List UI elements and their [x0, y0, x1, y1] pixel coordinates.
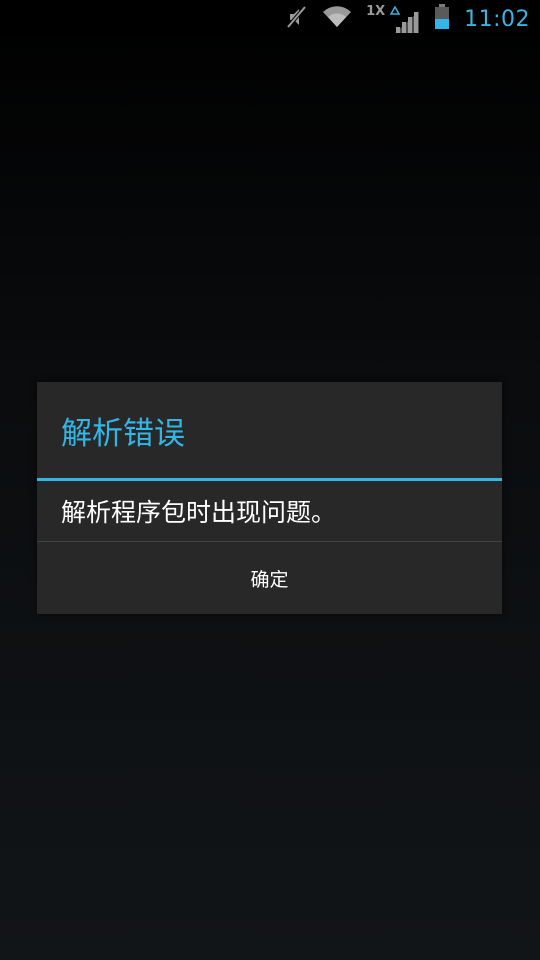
signal-icon [395, 11, 420, 33]
error-dialog: 解析错误 解析程序包时出现问题。 确定 [37, 382, 502, 614]
network-type-label: 1X [366, 4, 386, 19]
mute-icon [286, 5, 308, 33]
dialog-message: 解析程序包时出现问题。 [61, 498, 337, 527]
dialog-title: 解析错误 [61, 415, 185, 452]
battery-icon [434, 4, 450, 34]
ok-button[interactable]: 确定 [37, 542, 502, 614]
clock: 11:02 [464, 6, 530, 32]
status-bar: 1X 11:02 [0, 0, 540, 38]
wifi-icon [322, 5, 352, 33]
network-1x-icon: 1X [366, 4, 420, 34]
status-icons: 1X 11:02 [272, 0, 530, 38]
